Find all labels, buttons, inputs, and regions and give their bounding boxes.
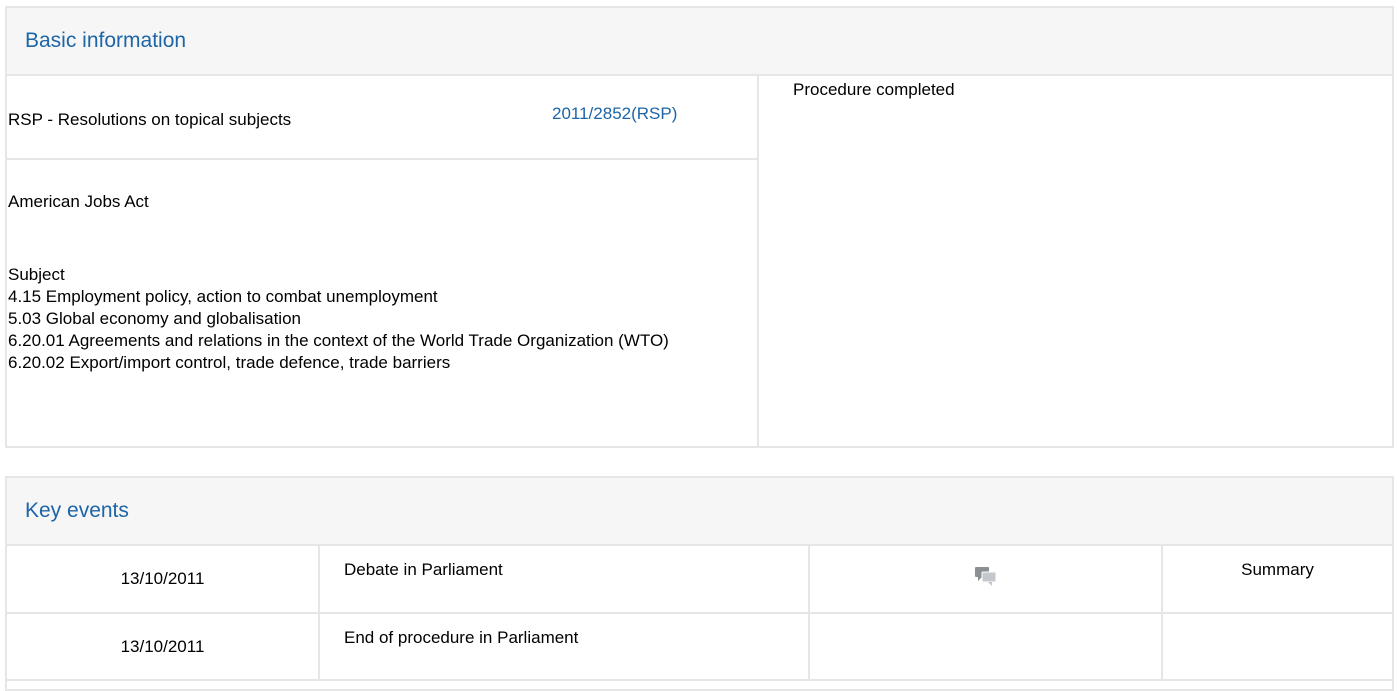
summary-link[interactable]: Summary bbox=[1161, 546, 1392, 614]
subject-item: 4.15 Employment policy, action to combat… bbox=[8, 287, 438, 306]
key-events-panel: Key events 13/10/2011 Debate in Parliame… bbox=[5, 476, 1394, 691]
event-date: 13/10/2011 bbox=[7, 612, 320, 681]
event-description: End of procedure in Parliament bbox=[318, 612, 810, 681]
debate-icon[interactable] bbox=[974, 565, 998, 589]
procedure-title: American Jobs Act bbox=[8, 192, 149, 211]
subject-label: Subject bbox=[8, 265, 65, 284]
empty-summary-cell bbox=[1161, 612, 1392, 681]
empty-icon-cell bbox=[808, 612, 1163, 681]
subject-item: 6.20.01 Agreements and relations in the … bbox=[8, 331, 669, 350]
event-description: Debate in Parliament bbox=[318, 546, 810, 614]
table-row: 13/10/2011 Debate in Parliament Summary bbox=[7, 546, 1392, 614]
summary-label[interactable]: Summary bbox=[1241, 560, 1314, 579]
procedure-status-column: Procedure completed bbox=[759, 76, 1392, 446]
basic-information-header: Basic information bbox=[7, 8, 1392, 76]
procedure-details: RSP - Resolutions on topical subjects 20… bbox=[7, 76, 759, 446]
table-row: 13/10/2011 End of procedure in Parliamen… bbox=[7, 612, 1392, 681]
procedure-reference-link[interactable]: 2011/2852(RSP) bbox=[552, 104, 677, 124]
subject-item: 6.20.02 Export/import control, trade def… bbox=[8, 353, 451, 372]
basic-information-panel: Basic information RSP - Resolutions on t… bbox=[5, 6, 1394, 448]
subject-list: Subject 4.15 Employment policy, action t… bbox=[8, 264, 748, 374]
subject-item: 5.03 Global economy and globalisation bbox=[8, 309, 301, 328]
procedure-type-row: RSP - Resolutions on topical subjects 20… bbox=[7, 76, 757, 160]
event-date: 13/10/2011 bbox=[7, 546, 320, 614]
debate-icon-cell[interactable] bbox=[808, 546, 1163, 614]
procedure-status: Procedure completed bbox=[793, 80, 955, 99]
key-events-table: 13/10/2011 Debate in Parliament Summary … bbox=[7, 546, 1392, 681]
key-events-header: Key events bbox=[7, 478, 1392, 546]
procedure-type: RSP - Resolutions on topical subjects bbox=[8, 110, 292, 129]
